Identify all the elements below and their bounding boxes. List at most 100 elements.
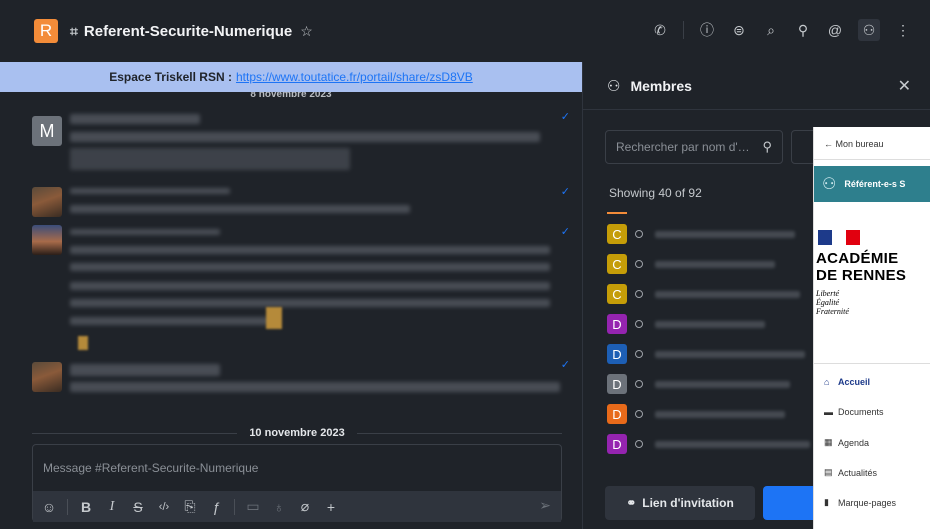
motto-line: Égalité [816, 298, 840, 307]
member-name [655, 320, 765, 328]
members-search-input[interactable]: Rechercher par nom d'… ⚲ [605, 130, 783, 164]
code-icon[interactable]: ‹/› [156, 501, 172, 513]
overlay-portal-window: ← Mon bureau ⚇ Référent-e-s S ACADÉMIE D… [813, 127, 930, 529]
message-text [70, 382, 560, 392]
microphone-icon[interactable]: ♁ [271, 499, 287, 515]
message-text [70, 132, 540, 142]
motto-line: Fraternité [816, 307, 849, 316]
nav-item-marque-pages[interactable]: ▮ Marque-pages [824, 497, 896, 508]
message-author [70, 229, 220, 235]
search-icon[interactable]: ⚲ [794, 19, 812, 41]
channel-hash-icon: ⌗ [70, 22, 78, 39]
kebab-icon[interactable]: ⋮ [894, 19, 912, 41]
message-text [70, 205, 410, 213]
star-icon[interactable]: ☆ [300, 23, 313, 40]
announcement-link[interactable]: https://www.toutatice.fr/portail/share/z… [236, 70, 473, 84]
avatar[interactable] [32, 225, 62, 255]
emoji-icon[interactable]: ☺ [41, 499, 57, 515]
read-check-icon: ✓ [560, 359, 570, 371]
discussion-icon[interactable]: ⌕ [762, 19, 780, 41]
invite-label: Lien d'invitation [642, 496, 734, 510]
call-icon[interactable]: ✆ [651, 19, 669, 41]
divider [607, 212, 627, 214]
plus-icon[interactable]: + [323, 499, 339, 515]
bold-icon[interactable]: B [78, 499, 94, 515]
status-offline-icon [635, 320, 643, 328]
date-label: 10 novembre 2023 [249, 427, 345, 439]
avatar: D [607, 344, 627, 364]
motto: Liberté Égalité Fraternité [816, 289, 849, 316]
status-offline-icon [635, 410, 643, 418]
nav-item-actualites[interactable]: ▤ Actualités [824, 467, 877, 478]
threads-icon[interactable]: ⊜ [730, 19, 748, 41]
attachment-icon[interactable]: ⌀ [297, 498, 313, 515]
status-offline-icon [635, 230, 643, 238]
avatar: D [607, 434, 627, 454]
header-toolbar: ✆ ⓘ ⊜ ⌕ ⚲ @ ⚇ ⋮ [651, 19, 912, 41]
nav-item-agenda[interactable]: ▦ Agenda [824, 437, 869, 448]
emoji-icon [266, 307, 282, 329]
divider [814, 159, 930, 160]
nav-label: Documents [838, 407, 884, 417]
avatar: D [607, 374, 627, 394]
message-text [70, 148, 350, 170]
logo-line: DE RENNES [816, 267, 907, 284]
room-avatar: R [34, 19, 58, 43]
avatar: C [607, 284, 627, 304]
send-icon[interactable]: ➢ [539, 497, 551, 514]
avatar: D [607, 314, 627, 334]
member-name [655, 350, 805, 358]
room-name: Referent-Securite-Numerique [83, 22, 293, 40]
message-composer: ☺ B I S ‹/› ⎘ ƒ ▭ ♁ ⌀ + ➢ [32, 444, 562, 522]
invite-link-button[interactable]: ⚭ Lien d'invitation [605, 486, 755, 520]
italic-icon[interactable]: I [104, 499, 120, 515]
formula-icon[interactable]: ƒ [208, 499, 224, 515]
reaction-icon[interactable] [78, 336, 88, 350]
announcement-label: Espace Triskell RSN : [109, 70, 232, 84]
search-placeholder: Rechercher par nom d'… [616, 140, 750, 154]
strikethrough-icon[interactable]: S [130, 499, 146, 515]
avatar: C [607, 224, 627, 244]
logo-line: ACADÉMIE [816, 250, 899, 267]
search-icon: ⚲ [762, 139, 772, 154]
message-text [70, 263, 550, 271]
room-title[interactable]: ⌗ Referent-Securite-Numerique ☆ [70, 23, 313, 40]
announcement-banner[interactable]: Espace Triskell RSN : https://www.toutat… [0, 62, 582, 92]
members-icon: ⚇ [607, 77, 621, 95]
avatar[interactable] [32, 187, 62, 217]
avatar[interactable] [32, 362, 62, 392]
home-icon: ⌂ [824, 377, 830, 387]
divider [683, 21, 684, 39]
code-block-icon[interactable]: ⎘ [182, 498, 198, 515]
status-offline-icon [635, 380, 643, 388]
divider [67, 498, 68, 515]
status-offline-icon [635, 440, 643, 448]
divider [356, 432, 563, 434]
nav-item-documents[interactable]: ▬ Documents [824, 407, 884, 417]
message-input[interactable] [33, 445, 561, 491]
group-icon: ⚇ [822, 176, 837, 193]
divider [234, 498, 235, 515]
close-icon[interactable]: ✕ [898, 76, 911, 96]
date-divider: 10 novembre 2023 [32, 425, 563, 441]
academie-logo-text: ACADÉMIE DE RENNES [816, 250, 906, 284]
members-count: Showing 40 of 92 [609, 186, 702, 200]
avatar: D [607, 404, 627, 424]
members-icon[interactable]: ⚇ [858, 19, 880, 41]
status-offline-icon [635, 350, 643, 358]
avatar[interactable]: M [32, 116, 62, 146]
space-title: Référent-e-s S [844, 179, 906, 189]
folder-icon[interactable]: ▭ [245, 498, 261, 515]
message-author [70, 188, 230, 194]
back-label: Mon bureau [835, 139, 884, 149]
mention-icon[interactable]: @ [826, 19, 844, 41]
nav-item-accueil[interactable]: ⌂ Accueil [824, 377, 870, 387]
avatar: C [607, 254, 627, 274]
member-name [655, 230, 795, 238]
nav-label: Agenda [838, 437, 870, 448]
space-banner[interactable]: ⚇ Référent-e-s S [814, 166, 930, 202]
read-check-icon: ✓ [560, 186, 570, 198]
info-icon[interactable]: ⓘ [698, 19, 716, 41]
bookmark-icon: ▮ [824, 497, 829, 507]
back-link[interactable]: ← Mon bureau [824, 139, 884, 149]
